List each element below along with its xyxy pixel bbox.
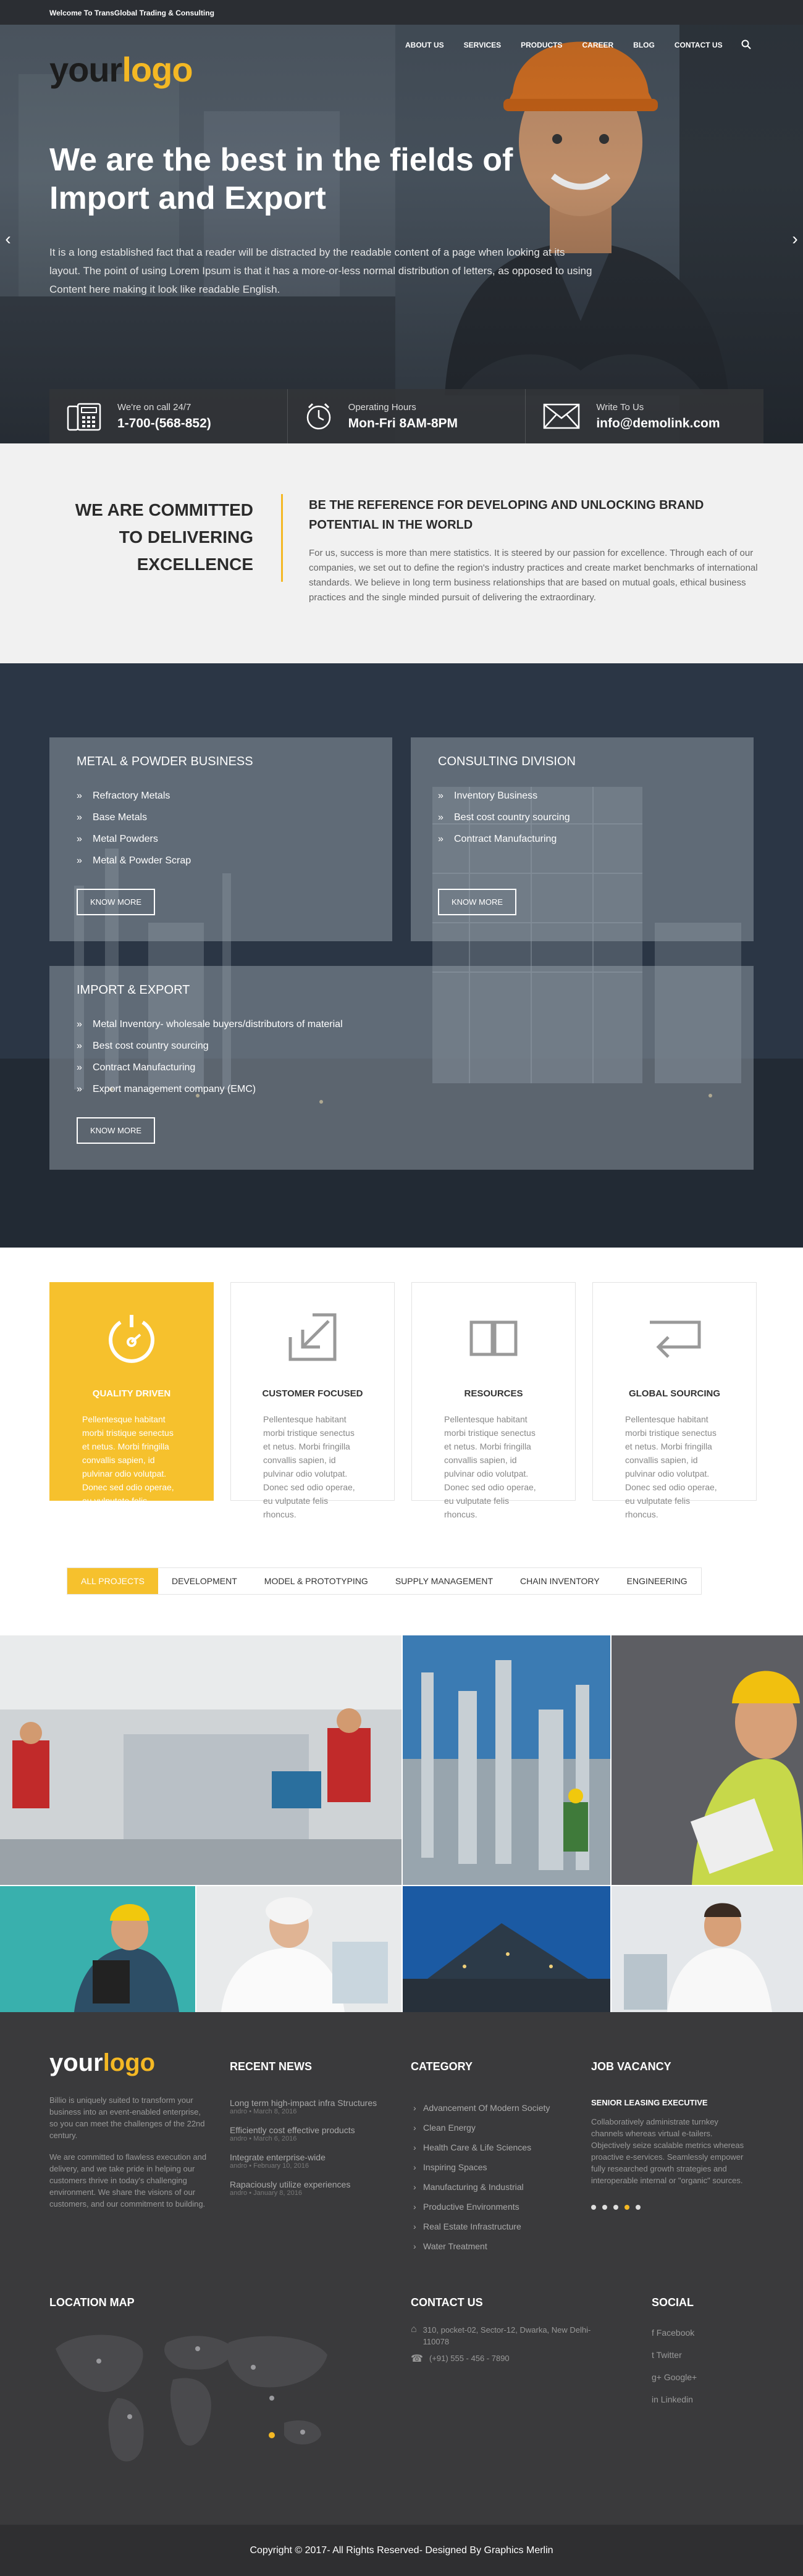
footer-social: SOCIAL f Facebook t Twitter g+ Google+ i…	[652, 2296, 763, 2410]
facebook-icon: f	[652, 2328, 657, 2338]
service-card-metal: METAL & POWDER BUSINESS Refractory Metal…	[49, 737, 392, 941]
info-hours: Operating Hours Mon-Fri 8AM-8PM	[288, 389, 526, 443]
gallery-image[interactable]	[0, 1635, 402, 1885]
nav-contact[interactable]: CONTACT US	[665, 41, 733, 49]
footer-location-map: LOCATION MAP	[49, 2296, 334, 2475]
tab-supply-management[interactable]: SUPPLY MANAGEMENT	[382, 1568, 507, 1594]
arrow-down-left-icon	[288, 1313, 337, 1361]
tab-model-prototyping[interactable]: MODEL & PROTOTYPING	[251, 1568, 382, 1594]
phone-icon	[67, 403, 101, 431]
committed-section: WE ARE COMMITTED TO DELIVERING EXCELLENC…	[0, 443, 803, 663]
category-link[interactable]: Inspiring Spaces	[411, 2157, 571, 2177]
social-twitter[interactable]: t Twitter	[652, 2344, 763, 2366]
world-map[interactable]	[49, 2324, 334, 2472]
social-google-plus[interactable]: g+ Google+	[652, 2366, 763, 2388]
nav-about[interactable]: ABOUT US	[395, 41, 454, 49]
footer-recent-news: RECENT NEWS Long term high-impact infra …	[230, 2060, 384, 2207]
carousel-dots	[591, 2205, 752, 2210]
logo[interactable]: yourlogo	[49, 49, 193, 90]
slider-prev-icon[interactable]: ‹	[1, 230, 15, 248]
category-link[interactable]: Productive Environments	[411, 2197, 571, 2217]
news-item[interactable]: Efficiently cost effective products andro…	[230, 2125, 384, 2142]
feature-customer[interactable]: CUSTOMER FOCUSED Pellentesque habitant m…	[230, 1282, 395, 1519]
carousel-dot[interactable]	[602, 2205, 607, 2210]
feature-sourcing[interactable]: GLOBAL SOURCING Pellentesque habitant mo…	[592, 1282, 757, 1519]
project-filter-tabs: ALL PROJECTS DEVELOPMENT MODEL & PROTOTY…	[67, 1567, 702, 1595]
committed-title: BE THE REFERENCE FOR DEVELOPING AND UNLO…	[309, 498, 704, 532]
gallery-image[interactable]	[0, 1886, 195, 2012]
nav-services[interactable]: SERVICES	[454, 41, 511, 49]
know-more-button[interactable]: KNOW MORE	[77, 889, 156, 915]
footer-logo[interactable]: yourlogo	[49, 2049, 210, 2077]
footer: yourlogo Billio is uniquely suited to tr…	[0, 2012, 803, 2525]
info-bar: We're on call 24/7 1-700-(568-852) Operat…	[49, 389, 763, 443]
phone-icon: ☎	[411, 2354, 423, 2364]
feature-resources[interactable]: RESOURCES Pellentesque habitant morbi tr…	[411, 1282, 576, 1519]
carousel-dot[interactable]	[591, 2205, 596, 2210]
gallery-image[interactable]	[403, 1635, 610, 1885]
linkedin-icon: in	[652, 2394, 661, 2404]
category-link[interactable]: Advancement Of Modern Society	[411, 2098, 571, 2118]
gallery-image[interactable]	[612, 1886, 803, 2012]
book-icon	[469, 1320, 518, 1356]
footer-job-vacancy: JOB VACANCY SENIOR LEASING EXECUTIVE Col…	[591, 2060, 752, 2210]
search-icon[interactable]	[741, 40, 751, 49]
social-linkedin[interactable]: in Linkedin	[652, 2388, 763, 2410]
category-link[interactable]: Real Estate Infrastructure	[411, 2217, 571, 2236]
carousel-dot[interactable]	[636, 2205, 641, 2210]
gallery-image[interactable]	[403, 1886, 610, 2012]
category-link[interactable]: Clean Energy	[411, 2118, 571, 2138]
nav-blog[interactable]: BLOG	[623, 41, 665, 49]
footer-contact: CONTACT US ⌂ 310, pocket-02, Sector-12, …	[411, 2296, 591, 2364]
social-facebook[interactable]: f Facebook	[652, 2322, 763, 2344]
committed-text: For us, success is more than mere statis…	[309, 548, 758, 603]
hero-section: yourlogo ABOUT US SERVICES PRODUCTS CARE…	[0, 0, 803, 443]
twitter-icon: t	[652, 2350, 657, 2360]
info-email: Write To Us info@demolink.com	[526, 389, 763, 443]
gallery-image[interactable]	[612, 1635, 803, 1885]
hero-title: We are the best in the fields of Import …	[49, 142, 513, 216]
main-nav: ABOUT US SERVICES PRODUCTS CAREER BLOG C…	[395, 40, 751, 49]
tab-engineering[interactable]: ENGINEERING	[613, 1568, 701, 1594]
gallery-image[interactable]	[196, 1886, 402, 2012]
slider-next-icon[interactable]: ›	[788, 230, 802, 248]
news-item[interactable]: Long term high-impact infra Structures an…	[230, 2098, 384, 2115]
category-link[interactable]: Health Care & Life Sciences	[411, 2138, 571, 2157]
mail-icon	[544, 403, 580, 429]
top-bar: Welcome To TransGlobal Trading & Consult…	[0, 0, 803, 25]
copyright-bar: Copyright © 2017- All Rights Reserved- D…	[0, 2525, 803, 2576]
nav-career[interactable]: CAREER	[572, 41, 623, 49]
project-gallery	[0, 1635, 803, 2012]
info-phone: We're on call 24/7 1-700-(568-852)	[49, 389, 288, 443]
clock-icon	[306, 403, 330, 430]
tab-all-projects[interactable]: ALL PROJECTS	[67, 1568, 158, 1594]
know-more-button[interactable]: KNOW MORE	[438, 889, 517, 915]
location-icon: ⌂	[411, 2324, 417, 2335]
google-plus-icon: g+	[652, 2372, 664, 2382]
gauge-icon	[109, 1315, 154, 1363]
category-link[interactable]: Water Treatment	[411, 2236, 571, 2256]
service-card-consulting: CONSULTING DIVISION Inventory Business B…	[411, 737, 754, 941]
divider	[281, 494, 283, 582]
features-section: QUALITY DRIVEN Pellentesque habitant mor…	[0, 1248, 803, 1538]
feature-quality[interactable]: QUALITY DRIVEN Pellentesque habitant mor…	[49, 1282, 214, 1519]
hero-text: It is a long established fact that a rea…	[49, 246, 592, 295]
tab-development[interactable]: DEVELOPMENT	[158, 1568, 251, 1594]
committed-heading: WE ARE COMMITTED TO DELIVERING EXCELLENC…	[75, 500, 253, 574]
footer-category: CATEGORY Advancement Of Modern Society C…	[411, 2060, 571, 2256]
return-arrow-icon	[650, 1320, 701, 1358]
news-item[interactable]: Integrate enterprise-wide andro • Februar…	[230, 2152, 384, 2170]
services-section: METAL & POWDER BUSINESS Refractory Metal…	[0, 663, 803, 1248]
service-card-import-export: IMPORT & EXPORT Metal Inventory- wholesa…	[49, 966, 754, 1170]
news-item[interactable]: Rapaciously utilize experiences andro • J…	[230, 2180, 384, 2197]
email-link[interactable]: info@demolink.com	[596, 416, 720, 431]
footer-about: yourlogo Billio is uniquely suited to tr…	[49, 2049, 210, 2210]
carousel-dot[interactable]	[613, 2205, 618, 2210]
carousel-dot[interactable]	[624, 2205, 629, 2210]
welcome-text: Welcome To TransGlobal Trading & Consult…	[49, 9, 214, 17]
tab-chain-inventory[interactable]: CHAIN INVENTORY	[507, 1568, 613, 1594]
nav-products[interactable]: PRODUCTS	[511, 41, 572, 49]
know-more-button[interactable]: KNOW MORE	[77, 1117, 156, 1144]
category-link[interactable]: Manufacturing & Industrial	[411, 2177, 571, 2197]
